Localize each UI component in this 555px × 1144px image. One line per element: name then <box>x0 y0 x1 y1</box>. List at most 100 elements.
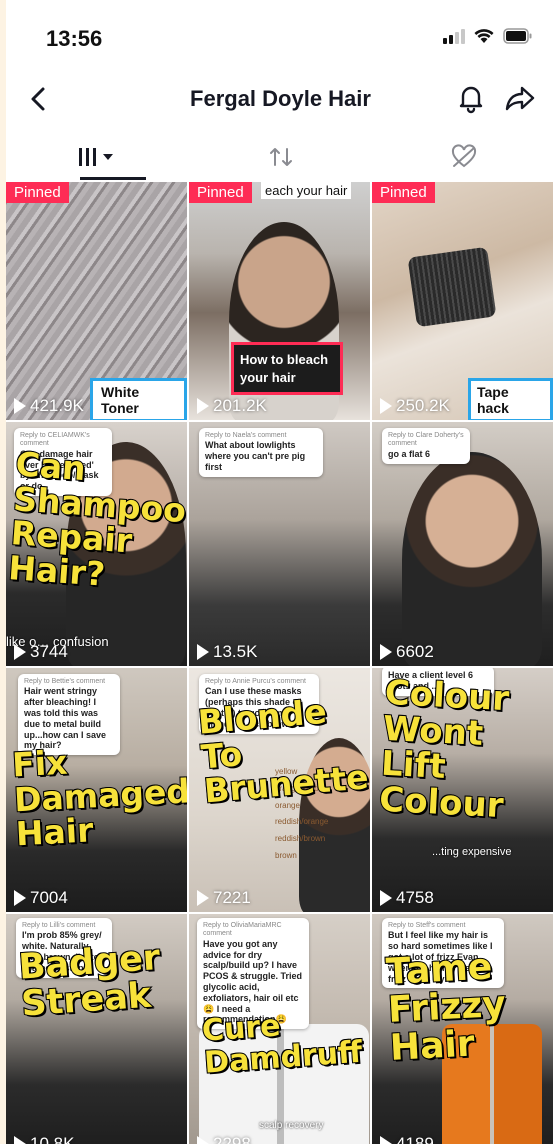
tab-videos[interactable] <box>6 134 189 180</box>
reply-author: Reply to Clare Doherty's comment <box>388 432 464 448</box>
view-count-label: 10.8K <box>30 1134 75 1144</box>
reply-author: Reply to Lilli's comment <box>22 922 96 929</box>
view-count: 3744 <box>14 642 68 662</box>
grid-icon <box>78 148 113 166</box>
status-icons <box>443 28 533 44</box>
reply-author: Reply to Bettie's comment <box>24 678 106 685</box>
play-icon <box>14 890 26 906</box>
tab-liked[interactable] <box>372 134 555 180</box>
overlay-title: Can Shampoo Repair Hair? <box>6 443 188 594</box>
hair-extension <box>407 246 497 328</box>
overlay-title: Cure Damdruff <box>200 1007 365 1081</box>
video-caption: White Toner <box>90 378 187 420</box>
notification-button[interactable] <box>455 82 487 114</box>
video-caption: Tape hack <box>468 378 553 420</box>
liked-hidden-icon <box>451 144 476 168</box>
wifi-icon <box>473 28 495 44</box>
view-count-label: 3744 <box>30 642 68 661</box>
view-count: 201.2K <box>197 396 267 416</box>
pinned-badge: Pinned <box>6 182 69 203</box>
play-icon <box>197 1136 209 1144</box>
view-count: 421.9K <box>14 396 84 416</box>
view-count-label: 4189 <box>396 1134 434 1144</box>
video-thumbnail[interactable]: Reply to Bettie's comment Hair went stri… <box>6 668 189 914</box>
reply-author: Reply to Naela's comment <box>205 432 287 439</box>
video-thumbnail[interactable]: Pinned White Toner 421.9K <box>6 182 189 422</box>
play-icon <box>197 398 209 414</box>
view-count: 4758 <box>380 888 434 908</box>
video-top-text: each your hair <box>261 182 352 199</box>
reply-text: What about lowlights where you can't pre… <box>205 440 306 472</box>
play-icon <box>197 644 209 660</box>
view-count: 250.2K <box>380 396 450 416</box>
video-thumbnail[interactable]: Reply to Annie Purcu's comment Can I use… <box>189 668 372 914</box>
view-count: 6602 <box>380 642 434 662</box>
comment-reply-card: Reply to Clare Doherty's comment go a fl… <box>382 428 470 464</box>
reply-text: go a flat 6 <box>388 448 431 459</box>
view-count-label: 2298 <box>213 1134 251 1144</box>
status-time: 13:56 <box>46 26 103 51</box>
swatch-label: reddish/brown <box>275 834 326 844</box>
video-thumbnail[interactable]: Pinned Tape hack 250.2K <box>372 182 555 422</box>
swatch-label: reddish/orange <box>275 817 329 827</box>
share-button[interactable] <box>503 82 537 114</box>
view-count-label: 6602 <box>396 642 434 661</box>
view-count: 10.8K <box>14 1134 74 1144</box>
video-thumbnail[interactable]: Reply to Clare Doherty's comment go a fl… <box>372 422 555 668</box>
video-subtitle: ...ting expensive <box>432 846 512 858</box>
view-count-label: 421.9K <box>30 396 84 415</box>
share-arrow-icon <box>505 86 535 111</box>
profile-header: Fergal Doyle Hair <box>6 72 555 128</box>
view-count: 4189 <box>380 1134 434 1144</box>
play-icon <box>380 1136 392 1144</box>
view-count-label: 250.2K <box>396 396 450 415</box>
video-thumbnail[interactable]: Reply to OliviaMariaMRC comment Have you… <box>189 914 372 1144</box>
view-count-label: 13.5K <box>213 642 258 661</box>
view-count: 7221 <box>197 888 251 908</box>
phone-screen: 13:56 Fergal Doyle Hair Pinned White Ton… <box>6 0 555 1144</box>
view-count-label: 7004 <box>30 888 68 907</box>
video-subtitle: scalp recovery <box>259 1120 324 1131</box>
play-icon <box>14 398 26 414</box>
overlay-title: Badger Streak <box>16 937 162 1025</box>
swatch-label: brown <box>275 850 297 860</box>
video-caption: How to bleach your hair <box>231 342 343 396</box>
video-thumbnail[interactable]: Reply to Naela's comment What about lowl… <box>189 422 372 668</box>
view-count: 13.5K <box>197 642 257 662</box>
video-thumbnail[interactable]: Have a client level 6 roots and ... ...t… <box>372 668 555 914</box>
video-thumbnail[interactable]: Reply to Lilli's comment I'm prob 85% gr… <box>6 914 189 1144</box>
play-icon <box>197 890 209 906</box>
tab-reposts[interactable] <box>189 134 372 180</box>
overlay-title: Colour Wont Lift Colour <box>377 672 511 827</box>
person-figure <box>219 452 349 666</box>
video-thumbnail[interactable]: Pinned each your hair How to bleach your… <box>189 182 372 422</box>
profile-tabs <box>6 134 555 180</box>
reply-text: Hair went stringy after bleaching! I was… <box>24 686 107 751</box>
view-count: 2298 <box>197 1134 251 1144</box>
reply-author: Reply to Steff's comment <box>388 922 466 929</box>
video-thumbnail[interactable]: Reply to Steff's comment But I feel like… <box>372 914 555 1144</box>
play-icon <box>380 890 392 906</box>
reply-author: Reply to Annie Purcu's comment <box>205 678 306 685</box>
overlay-title: Tame Frizzy Hair <box>384 945 508 1069</box>
play-icon <box>14 1136 26 1144</box>
person-figure <box>402 452 542 666</box>
repost-icon <box>269 148 292 166</box>
pinned-badge: Pinned <box>372 182 435 203</box>
play-icon <box>380 644 392 660</box>
video-thumbnail[interactable]: Reply to CELIAMWK's comment Can damage h… <box>6 422 189 668</box>
pinned-badge: Pinned <box>189 182 252 203</box>
bell-icon <box>459 86 483 114</box>
battery-icon <box>503 28 533 44</box>
active-tab-indicator <box>80 177 146 180</box>
overlay-title: Blonde To Brunette <box>196 691 371 812</box>
view-count-label: 7221 <box>213 888 251 907</box>
signal-icon <box>443 28 465 44</box>
comment-reply-card: Reply to Naela's comment What about lowl… <box>199 428 323 477</box>
status-bar: 13:56 <box>6 0 555 70</box>
overlay-title: Fix Damaged Hair <box>10 742 189 855</box>
play-icon <box>380 398 392 414</box>
play-icon <box>14 644 26 660</box>
view-count: 7004 <box>14 888 68 908</box>
view-count-label: 4758 <box>396 888 434 907</box>
